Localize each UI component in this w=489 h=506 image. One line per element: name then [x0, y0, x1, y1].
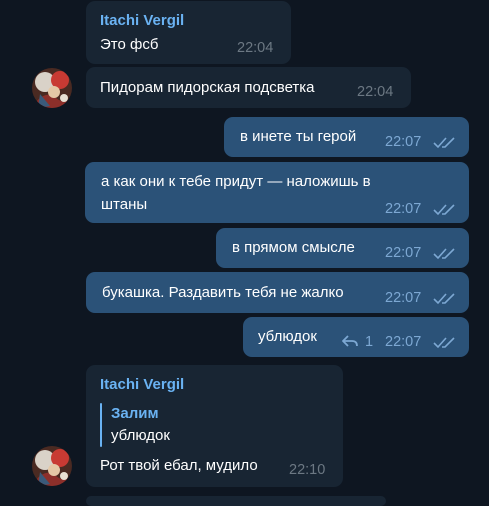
double-check-icon — [433, 293, 455, 305]
message-time: 22:07 — [385, 290, 422, 306]
incoming-message[interactable]: Пидорам пидорская подсветка 22:04 — [86, 67, 411, 108]
reply-quote-bar — [100, 403, 102, 447]
outgoing-message[interactable]: в инете ты герой 22:07 — [224, 117, 469, 157]
message-time: 22:04 — [357, 84, 394, 100]
outgoing-message[interactable]: а как они к тебе придут — наложишь в шта… — [85, 162, 469, 223]
double-check-icon — [433, 337, 455, 349]
message-time: 22:07 — [385, 201, 422, 217]
message-text: Рот твой ебал, мудило — [100, 457, 258, 474]
outgoing-message[interactable]: в прямом смысле 22:07 — [216, 228, 469, 268]
message-time: 22:07 — [385, 245, 422, 261]
message-text: в инете ты герой — [240, 128, 357, 145]
avatar[interactable] — [32, 68, 72, 108]
message-text-line: а как они к тебе придут — наложишь в — [101, 173, 371, 190]
outgoing-message[interactable]: букашка. Раздавить тебя не жалко 22:07 — [86, 272, 469, 313]
message-text: ублюдок — [258, 328, 317, 345]
message-time: 22:07 — [385, 334, 422, 350]
reply-text[interactable]: ублюдок — [111, 427, 170, 444]
double-check-icon — [433, 137, 455, 149]
outgoing-message[interactable]: ублюдок 1 22:07 — [243, 317, 469, 357]
double-check-icon — [433, 248, 455, 260]
message-text: Пидорам пидорская подсветка — [100, 79, 315, 96]
incoming-message[interactable] — [86, 496, 386, 506]
message-text: Это фсб — [100, 36, 159, 53]
message-time: 22:10 — [289, 462, 326, 478]
reply-arrow-icon[interactable] — [342, 334, 358, 348]
message-text: букашка. Раздавить тебя не жалко — [102, 284, 344, 301]
replies-count[interactable]: 1 — [365, 334, 373, 350]
sender-name[interactable]: Itachi Vergil — [100, 12, 184, 29]
sender-name[interactable]: Itachi Vergil — [100, 376, 184, 393]
message-time: 22:04 — [237, 40, 274, 56]
double-check-icon — [433, 204, 455, 216]
reply-sender-name[interactable]: Залим — [111, 405, 159, 422]
message-text-line: штаны — [101, 196, 148, 213]
message-text: в прямом смысле — [232, 239, 355, 256]
avatar[interactable] — [32, 446, 72, 486]
incoming-message[interactable]: Itachi Vergil Залим ублюдок Рот твой еба… — [86, 365, 343, 487]
incoming-message[interactable]: Itachi Vergil Это фсб 22:04 — [86, 1, 291, 64]
message-time: 22:07 — [385, 134, 422, 150]
